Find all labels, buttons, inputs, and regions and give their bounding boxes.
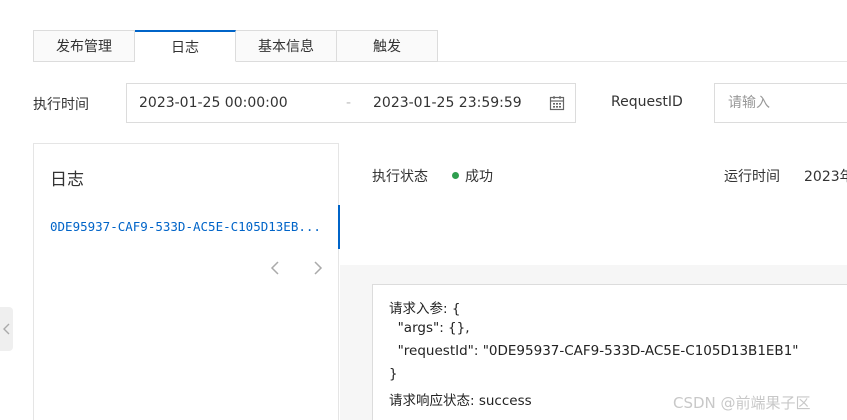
execution-status-value: 成功 [465, 169, 493, 185]
sidebar-collapse-handle[interactable] [0, 307, 13, 351]
request-id-label: RequestID [611, 94, 683, 110]
tab-logs[interactable]: 日志 [135, 30, 236, 62]
run-time-label: 运行时间 [724, 169, 780, 185]
log-list-panel: 日志 0DE95937-CAF9-533D-AC5E-C105D13EB... [33, 143, 340, 420]
tab-publish-management[interactable]: 发布管理 [33, 30, 135, 62]
chevron-left-icon[interactable] [265, 258, 285, 278]
log-line: 请求响应状态: success [389, 393, 532, 409]
tab-trigger[interactable]: 触发 [337, 30, 438, 62]
log-list-item[interactable]: 0DE95937-CAF9-533D-AC5E-C105D13EB... [34, 205, 340, 249]
log-item-id: 0DE95937-CAF9-533D-AC5E-C105D13EB... [50, 219, 321, 234]
date-range-picker[interactable]: 2023-01-25 00:00:00 - 2023-01-25 23:59:5… [126, 83, 576, 123]
success-status-dot-icon [452, 172, 459, 179]
log-line: } [389, 366, 398, 382]
end-date-value[interactable]: 2023-01-25 23:59:59 [373, 95, 522, 111]
request-id-input[interactable] [714, 83, 847, 123]
log-line: "requestId": "0DE95937-CAF9-533D-AC5E-C1… [389, 343, 799, 359]
execution-status-label: 执行状态 [372, 169, 428, 185]
tab-divider [438, 61, 847, 62]
log-panel-title: 日志 [50, 170, 84, 190]
calendar-icon[interactable] [549, 95, 565, 111]
start-date-value[interactable]: 2023-01-25 00:00:00 [139, 95, 288, 111]
detail-header [340, 143, 847, 265]
log-line: "args": {}, [389, 320, 470, 336]
tab-bar: 发布管理 日志 基本信息 触发 [33, 30, 438, 62]
chevron-left-icon [3, 323, 10, 335]
watermark: CSDN @前端果子区 [673, 394, 811, 412]
tab-basic-info[interactable]: 基本信息 [236, 30, 337, 62]
run-time-value: 2023年 [804, 169, 847, 185]
execution-time-label: 执行时间 [33, 97, 89, 113]
chevron-right-icon[interactable] [308, 258, 328, 278]
date-separator: - [346, 95, 352, 111]
log-line: 请求入参: { [389, 301, 461, 317]
